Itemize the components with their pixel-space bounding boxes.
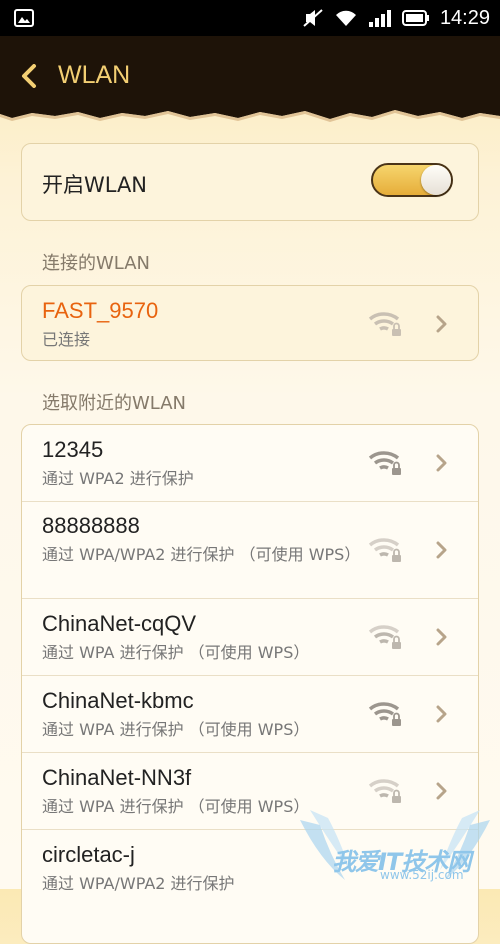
status-bar: 14:29 — [0, 0, 500, 36]
network-name: 88888888 — [42, 513, 140, 538]
network-security: 通过 WPA 进行保护 （可使用 WPS） — [42, 643, 310, 662]
connected-network-status: 已连接 — [42, 330, 91, 349]
connected-section-label: 连接的WLAN — [42, 253, 151, 274]
chevron-right-icon — [436, 705, 447, 723]
mute-icon — [303, 9, 323, 27]
connected-network-card[interactable]: FAST_9570 已连接 — [21, 285, 479, 361]
network-name: ChinaNet-NN3f — [42, 765, 192, 790]
network-name: ChinaNet-cqQV — [42, 611, 197, 636]
network-security: 通过 WPA 进行保护 （可使用 WPS） — [42, 720, 310, 739]
gallery-notification-icon — [14, 9, 34, 27]
network-row[interactable]: 88888888 通过 WPA/WPA2 进行保护 （可使用 WPS） — [22, 502, 478, 598]
network-name: ChinaNet-kbmc — [42, 688, 194, 713]
network-security: 通过 WPA2 进行保护 — [42, 469, 194, 488]
connected-network-row[interactable]: FAST_9570 已连接 — [22, 286, 478, 362]
network-name: 12345 — [42, 437, 104, 462]
network-row[interactable]: ChinaNet-kbmc 通过 WPA 进行保护 （可使用 WPS） — [22, 676, 478, 752]
back-arrow-icon[interactable] — [20, 64, 38, 88]
wifi-locked-icon — [368, 625, 401, 649]
chevron-right-icon — [436, 782, 447, 800]
status-time: 14:29 — [439, 6, 490, 29]
wlan-toggle-label: 开启WLAN — [42, 173, 148, 197]
chevron-right-icon — [436, 628, 447, 646]
toggle-knob — [421, 165, 451, 195]
chevron-right-icon — [436, 454, 447, 472]
network-security: 通过 WPA/WPA2 进行保护 （可使用 WPS） — [42, 545, 361, 564]
wifi-locked-icon — [368, 312, 401, 336]
connected-network-name: FAST_9570 — [42, 298, 159, 323]
torn-paper-edge — [0, 104, 500, 122]
network-name: circletac-j — [42, 842, 135, 867]
wifi-locked-icon — [368, 451, 401, 475]
page-title: WLAN — [58, 61, 131, 89]
wlan-toggle-card[interactable]: 开启WLAN — [21, 143, 479, 221]
wifi-status-icon — [335, 10, 356, 26]
network-row[interactable]: ChinaNet-cqQV 通过 WPA 进行保护 （可使用 WPS） — [22, 599, 478, 675]
chevron-right-icon — [436, 541, 447, 559]
network-row[interactable]: 12345 通过 WPA2 进行保护 — [22, 425, 478, 501]
signal-icon — [368, 10, 391, 27]
chevron-right-icon — [436, 315, 447, 333]
wifi-locked-icon — [368, 538, 401, 562]
nearby-section-label: 选取附近的WLAN — [42, 393, 187, 414]
battery-icon — [401, 10, 429, 26]
watermark-url: www.52ij.com — [380, 868, 464, 882]
wlan-toggle-switch[interactable] — [371, 163, 453, 197]
wifi-locked-icon — [368, 702, 401, 726]
app-header: WLAN — [0, 36, 500, 110]
